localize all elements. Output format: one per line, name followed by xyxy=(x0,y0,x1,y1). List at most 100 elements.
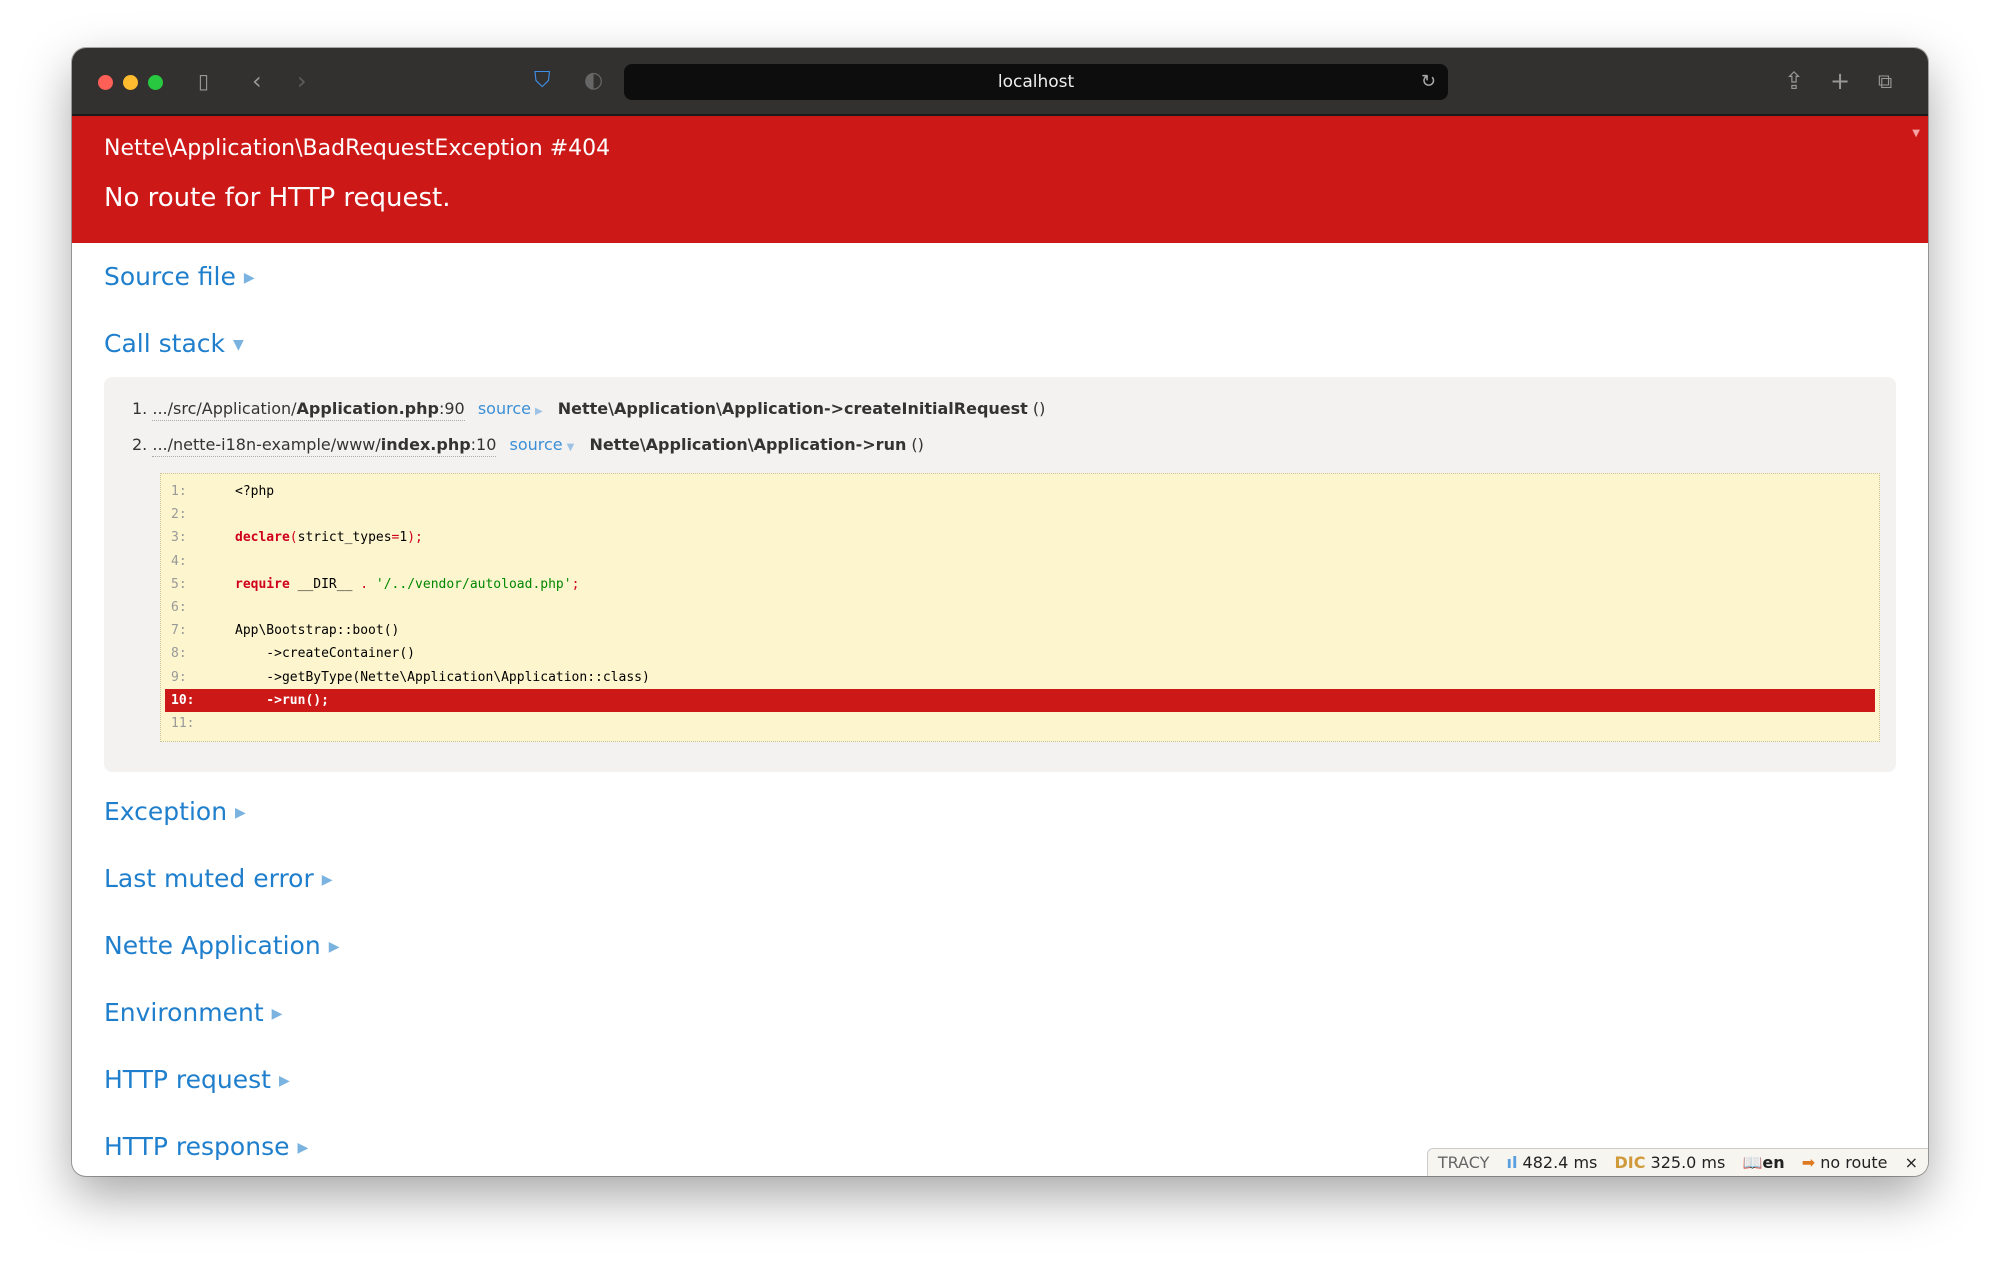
privacy-icon[interactable]: ◐ xyxy=(584,66,603,96)
section-title: HTTP request xyxy=(104,1065,271,1095)
section-title: HTTP response xyxy=(104,1132,290,1162)
section-source-file[interactable]: Source file ▶ xyxy=(72,243,1928,310)
minimize-window-button[interactable] xyxy=(123,75,138,90)
section-exception[interactable]: Exception ▶ xyxy=(72,778,1928,845)
error-header: Nette\Application\BadRequestException #4… xyxy=(72,116,1928,243)
tracy-dic[interactable]: DIC 325.0 ms xyxy=(1614,1153,1725,1172)
new-tab-icon[interactable]: + xyxy=(1830,66,1850,96)
line-number: :90 xyxy=(438,399,465,418)
line-num: 7: xyxy=(171,623,187,639)
dic-value: 325.0 ms xyxy=(1650,1153,1726,1172)
frame-number: 1. xyxy=(132,399,148,418)
line-num: 4: xyxy=(171,553,187,569)
code-line: 7: App\Bootstrap::boot() xyxy=(165,619,1875,642)
code-line: 8: ->createContainer() xyxy=(165,642,1875,665)
collapse-toggle-icon[interactable]: ▼ xyxy=(1912,128,1920,139)
line-num: 9: xyxy=(171,669,187,685)
source-label: source xyxy=(509,435,563,454)
code-text: . xyxy=(360,576,369,592)
section-title: Call stack xyxy=(104,329,225,358)
code-line: 3: declare(strict_types=1); xyxy=(165,526,1875,549)
source-toggle[interactable]: source ▶ xyxy=(478,399,543,418)
expand-arrow-icon: ▶ xyxy=(278,1073,290,1090)
line-num: 1: xyxy=(171,484,187,499)
code-line: 6: xyxy=(165,596,1875,619)
section-call-stack[interactable]: Call stack ▼ xyxy=(72,310,1928,377)
bar-chart-icon: ıl xyxy=(1506,1153,1518,1172)
tracy-routing[interactable]: ➡ no route xyxy=(1802,1153,1888,1172)
expand-arrow-icon: ▶ xyxy=(328,939,340,956)
close-window-button[interactable] xyxy=(98,75,113,90)
shield-icon[interactable]: ⛉ xyxy=(534,66,551,96)
collapse-arrow-icon: ▼ xyxy=(566,442,575,453)
expand-arrow-icon: ▶ xyxy=(235,805,246,822)
section-title: Source file xyxy=(104,262,236,291)
code-text: ->run(); xyxy=(235,692,329,708)
address-bar[interactable]: localhost ↻ xyxy=(624,64,1448,100)
code-line: 11: xyxy=(165,712,1875,735)
code-text: ); xyxy=(407,530,423,546)
expand-arrow-icon: ▶ xyxy=(271,1006,283,1023)
code-text: require xyxy=(235,576,290,592)
tracy-close-button[interactable]: × xyxy=(1905,1153,1918,1172)
browser-toolbar: ▯ ‹ › ⛉ ◐ localhost ↻ ⇪ + ⧉ xyxy=(72,48,1928,116)
zoom-window-button[interactable] xyxy=(148,75,163,90)
tracy-timer[interactable]: ıl 482.4 ms xyxy=(1506,1153,1597,1172)
expand-arrow-icon: ▶ xyxy=(321,872,333,889)
section-nette-application[interactable]: Nette Application ▶ xyxy=(72,912,1928,979)
frame-file-link[interactable]: .../src/Application/Application.php:90 xyxy=(152,399,465,421)
tracy-logo[interactable]: TRACY xyxy=(1438,1153,1490,1172)
code-text: ->getByType(Nette\Application\Applicatio… xyxy=(235,669,650,685)
source-toggle[interactable]: source ▼ xyxy=(510,435,575,454)
tracy-bar: TRACY ıl 482.4 ms DIC 325.0 ms 📖en ➡ no … xyxy=(1426,1148,1928,1176)
frame-number: 2. xyxy=(132,435,148,454)
code-line-highlighted: 10: ->run(); xyxy=(165,688,1875,712)
line-num: 2: xyxy=(171,507,187,523)
code-text: ->createContainer() xyxy=(235,646,416,662)
line-number: :10 xyxy=(470,435,497,454)
share-icon[interactable]: ⇪ xyxy=(1784,66,1804,96)
section-title: Environment xyxy=(104,998,264,1028)
route-value: no route xyxy=(1820,1153,1888,1172)
sidebar-toggle-icon[interactable]: ▯ xyxy=(198,66,209,96)
stack-frame: 1. .../src/Application/Application.php:9… xyxy=(132,391,1880,427)
frame-function: Nette\Application\Application->createIni… xyxy=(557,399,1028,418)
frame-args: () xyxy=(1027,399,1046,418)
source-label: source xyxy=(477,399,531,418)
section-title: Nette Application xyxy=(104,931,321,961)
expand-arrow-icon: ▶ xyxy=(534,406,543,417)
section-title: Last muted error xyxy=(104,864,314,894)
frame-function: Nette\Application\Application->run xyxy=(589,435,907,454)
line-num: 10: xyxy=(171,692,195,708)
url-text: localhost xyxy=(997,72,1075,92)
file-path: .../src/Application/ xyxy=(152,399,297,418)
code-text: strict_types xyxy=(297,530,392,546)
line-num: 5: xyxy=(171,576,187,592)
section-environment[interactable]: Environment ▶ xyxy=(72,979,1928,1046)
line-num: 11: xyxy=(171,715,195,731)
code-line: 4: xyxy=(165,550,1875,573)
file-path: .../nette-i18n-example/www/ xyxy=(152,435,381,454)
code-line: 5: require __DIR__ . '/../vendor/autoload… xyxy=(165,573,1875,596)
tracy-lang[interactable]: 📖en xyxy=(1742,1153,1784,1172)
code-text: ( xyxy=(289,530,298,546)
file-name: index.php xyxy=(380,435,471,454)
collapse-arrow-icon: ▼ xyxy=(232,337,244,353)
section-http-request[interactable]: HTTP request ▶ xyxy=(72,1046,1928,1113)
code-text: App\Bootstrap::boot() xyxy=(235,623,400,639)
line-num: 3: xyxy=(171,530,187,546)
reload-icon[interactable]: ↻ xyxy=(1421,64,1436,100)
exception-message: No route for HTTP request. xyxy=(104,183,451,213)
forward-icon[interactable]: › xyxy=(297,66,307,96)
exception-class: Nette\Application\BadRequestException #4… xyxy=(104,136,611,161)
frame-file-link[interactable]: .../nette-i18n-example/www/index.php:10 xyxy=(152,435,497,457)
back-icon[interactable]: ‹ xyxy=(252,66,262,96)
tabs-overview-icon[interactable]: ⧉ xyxy=(1878,66,1892,96)
source-code-block: 1: <?php 2: 3: declare(strict_types=1); 4:… xyxy=(160,473,1880,743)
frame-args: () xyxy=(906,435,924,454)
timer-value: 482.4 ms xyxy=(1522,1153,1598,1172)
section-last-muted-error[interactable]: Last muted error ▶ xyxy=(72,845,1928,912)
line-num: 6: xyxy=(171,599,187,615)
code-text: declare xyxy=(235,530,290,546)
code-text: '/../vendor/autoload.php' xyxy=(368,576,572,592)
